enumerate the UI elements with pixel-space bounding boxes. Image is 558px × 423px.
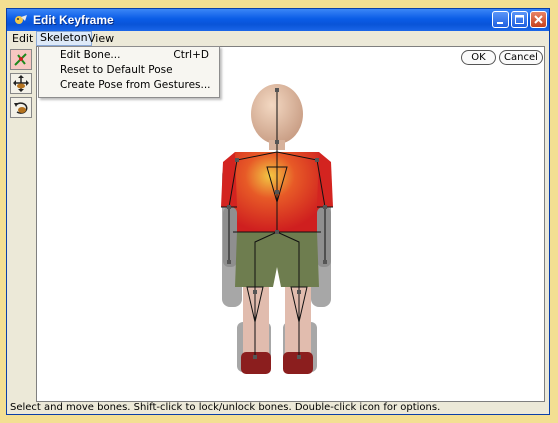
maximize-icon (515, 15, 524, 24)
pose-viewport[interactable]: OK Cancel (36, 46, 545, 402)
tool-rotate[interactable] (10, 97, 32, 118)
app-icon (15, 15, 27, 24)
maximize-button[interactable] (511, 11, 528, 28)
left-sleeve (221, 152, 237, 207)
left-leg (243, 287, 269, 357)
menu-view[interactable]: View (85, 32, 117, 45)
menu-item-shortcut: Ctrl+D (173, 49, 209, 61)
menu-item-label: Create Pose from Gestures... (60, 79, 211, 91)
right-sleeve (317, 152, 333, 207)
menu-item-create-pose-from-gestures[interactable]: Create Pose from Gestures... (39, 79, 219, 92)
menu-bar: Edit Skeleton View (7, 31, 549, 46)
move-icon (13, 75, 29, 92)
menu-item-label: Reset to Default Pose (60, 64, 173, 76)
tool-move[interactable] (10, 73, 32, 94)
minimize-icon (497, 22, 503, 24)
status-bar: Select and move bones. Shift-click to lo… (7, 402, 549, 414)
minimize-button[interactable] (492, 11, 509, 28)
edit-keyframe-window: Edit Keyframe Edit Skeleton View OK Canc… (6, 8, 550, 415)
menu-item-edit-bone[interactable]: Edit Bone... Ctrl+D (39, 49, 219, 62)
menu-skeleton[interactable]: Skeleton (36, 31, 92, 46)
tool-bone-select[interactable] (10, 49, 32, 70)
right-leg (285, 287, 311, 357)
skeleton-menu-dropdown: Edit Bone... Ctrl+D Reset to Default Pos… (38, 46, 220, 98)
character-figure[interactable] (207, 82, 347, 392)
left-forearm (223, 207, 237, 267)
shorts (235, 232, 319, 287)
menu-item-label: Edit Bone... (60, 49, 121, 61)
tool-palette (7, 46, 37, 402)
right-forearm (317, 207, 331, 267)
bone-select-icon (11, 50, 31, 69)
cancel-button[interactable]: Cancel (499, 50, 543, 65)
window-title: Edit Keyframe (33, 13, 114, 27)
ok-button[interactable]: OK (461, 50, 496, 65)
menu-edit[interactable]: Edit (9, 32, 36, 45)
close-icon (534, 15, 543, 24)
title-bar[interactable]: Edit Keyframe (7, 9, 549, 31)
menu-item-reset-default-pose[interactable]: Reset to Default Pose (39, 64, 219, 77)
close-button[interactable] (530, 11, 547, 28)
rotate-icon (14, 102, 28, 114)
